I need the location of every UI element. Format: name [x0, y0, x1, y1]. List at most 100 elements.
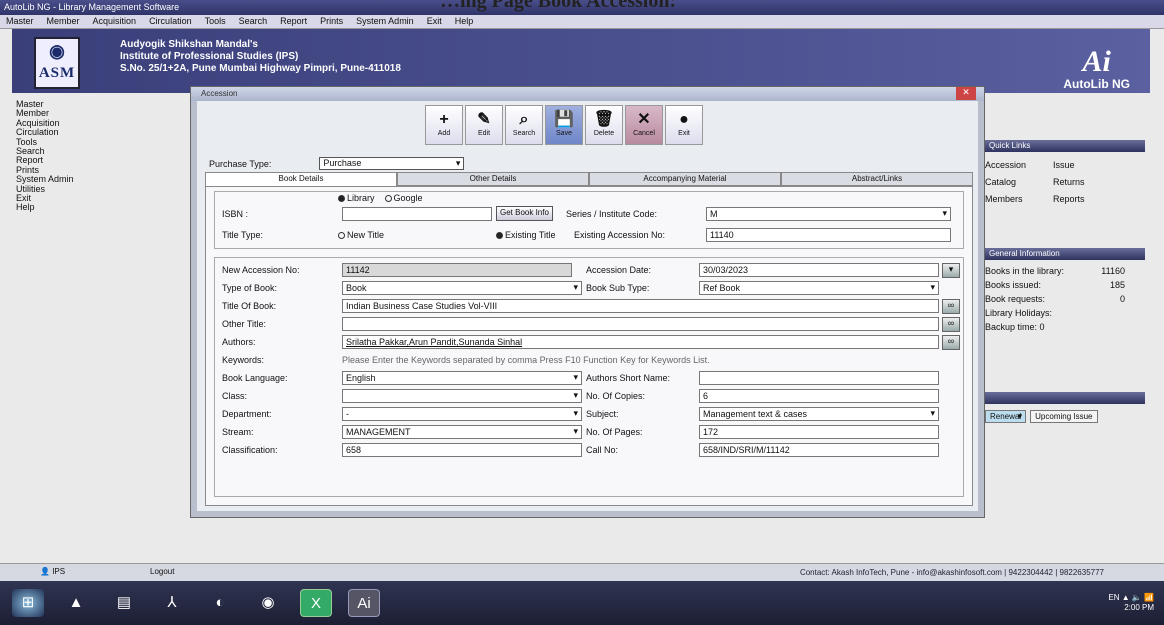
logout-link[interactable]: Logout — [150, 567, 174, 576]
browser-icon[interactable]: ◐ — [204, 589, 236, 617]
link-returns[interactable]: Returns — [1053, 177, 1123, 187]
menu-prints[interactable]: Prints — [320, 16, 343, 27]
binoculars-icon[interactable]: ∞ — [942, 317, 960, 332]
menu-master[interactable]: Master — [6, 16, 34, 27]
call-no-field[interactable]: 658/IND/SRI/M/11142 — [699, 443, 939, 457]
radio-library[interactable]: Library — [338, 193, 375, 203]
right-info-panel: Quick Links Accession Issue Catalog Retu… — [985, 140, 1145, 423]
title-field[interactable]: Indian Business Case Studies Vol-VIII — [342, 299, 939, 313]
info-row: Backup time: 0 — [985, 322, 1045, 332]
binoculars-icon[interactable]: ∞ — [942, 335, 960, 350]
exit-button[interactable]: ● Exit — [665, 105, 703, 145]
menu-member[interactable]: Member — [47, 16, 80, 27]
subject-label: Subject: — [586, 409, 619, 419]
link-catalog[interactable]: Catalog — [985, 177, 1045, 187]
link-reports[interactable]: Reports — [1053, 194, 1123, 204]
cancel-icon: ✕ — [637, 111, 651, 128]
radio-google[interactable]: Google — [384, 193, 423, 203]
tab-book-details[interactable]: Book Details — [205, 172, 397, 186]
pdf-icon[interactable]: ⅄ — [156, 589, 188, 617]
search-button[interactable]: ⌕ Search — [505, 105, 543, 145]
isbn-field[interactable] — [342, 207, 492, 221]
quick-links-header: Quick Links — [985, 140, 1145, 152]
copies-field[interactable]: 6 — [699, 389, 939, 403]
chrome-icon[interactable]: ◉ — [252, 589, 284, 617]
taskbar: ⊞ ▲ ▤ ⅄ ◐ ◉ X Ai EN ▲ 🔈 📶 2:00 PM — [0, 581, 1164, 625]
subject-select[interactable]: Management text & cases — [699, 407, 939, 421]
link-members[interactable]: Members — [985, 194, 1045, 204]
autolib-taskbar-icon[interactable]: Ai — [348, 589, 380, 617]
tab-upcoming-issue[interactable]: Upcoming Issue — [1030, 410, 1098, 423]
edit-icon: ✎ — [477, 111, 491, 128]
menu-exit[interactable]: Exit — [427, 16, 442, 27]
menu-help[interactable]: Help — [455, 16, 474, 27]
save-button[interactable]: 💾 Save — [545, 105, 583, 145]
language-label: Book Language: — [222, 373, 288, 383]
link-accession[interactable]: Accession — [985, 160, 1045, 170]
menu-report[interactable]: Report — [280, 16, 307, 27]
menu-acquisition[interactable]: Acquisition — [93, 16, 137, 27]
sidebar-item-help[interactable]: Help — [16, 203, 110, 213]
classification-field[interactable]: 658 — [342, 443, 582, 457]
pages-field[interactable]: 172 — [699, 425, 939, 439]
start-button[interactable]: ⊞ — [12, 589, 44, 617]
keywords-label: Keywords: — [222, 355, 265, 365]
language-select[interactable]: English — [342, 371, 582, 385]
vlc-icon[interactable]: ▲ — [60, 589, 92, 617]
info-row: Books issued: 185 — [985, 280, 1125, 290]
edit-button[interactable]: ✎ Edit — [465, 105, 503, 145]
series-select[interactable]: M — [706, 207, 951, 221]
other-title-field[interactable] — [342, 317, 939, 331]
existing-accession-field[interactable]: 11140 — [706, 228, 951, 242]
excel-icon[interactable]: X — [300, 589, 332, 617]
calendar-icon[interactable]: ▾ — [942, 263, 960, 278]
status-bar: 👤 IPS Logout Contact: Akash InfoTech, Pu… — [0, 563, 1164, 581]
menu-circulation[interactable]: Circulation — [149, 16, 192, 27]
cancel-button[interactable]: ✕ Cancel — [625, 105, 663, 145]
accession-dialog: Accession ✕ + Add ✎ Edit ⌕ Search 💾 Save 🗑 De… — [190, 86, 985, 518]
info-row: Books in the library: 11160 — [985, 266, 1125, 276]
user-label: 👤 IPS — [40, 567, 66, 576]
add-button[interactable]: + Add — [425, 105, 463, 145]
series-label: Series / Institute Code: — [566, 209, 658, 219]
binoculars-icon[interactable]: ∞ — [942, 299, 960, 314]
isbn-source-radios: Library Google — [338, 193, 423, 203]
folder-icon[interactable]: ▤ — [108, 589, 140, 617]
department-select[interactable]: - — [342, 407, 582, 421]
page-heading: …ing Page Book Accession: — [440, 0, 677, 12]
new-accession-field: 11142 — [342, 263, 572, 277]
get-book-info-button[interactable]: Get Book Info — [496, 206, 553, 221]
authors-field[interactable]: Srilatha Pakkar,Arun Pandit,Sunanda Sinh… — [342, 335, 939, 349]
radio-existing-title[interactable]: Existing Title — [496, 230, 556, 240]
contact-info: Contact: Akash InfoTech, Pune - info@aka… — [799, 568, 1104, 577]
system-tray: EN ▲ 🔈 📶 2:00 PM — [1108, 593, 1154, 613]
book-sub-type-select[interactable]: Ref Book — [699, 281, 939, 295]
tab-renewal[interactable]: Renewal — [985, 410, 1027, 423]
delete-icon: 🗑 — [593, 111, 615, 128]
authors-short-label: Authors Short Name: — [586, 373, 671, 383]
autolib-brand: Ai AutoLib NG — [1063, 45, 1130, 92]
class-select[interactable] — [342, 389, 582, 403]
accession-date-field[interactable]: 30/03/2023 — [699, 263, 939, 277]
purchase-type-label: Purchase Type: — [209, 158, 272, 169]
sidebar-nav: Master Member Acquisition Circulation To… — [16, 99, 110, 213]
menu-system-admin[interactable]: System Admin — [356, 16, 414, 27]
purchase-type-select[interactable]: Purchase — [319, 157, 465, 170]
menu-search[interactable]: Search — [239, 16, 268, 27]
tab-accompanying-material[interactable]: Accompanying Material — [589, 172, 781, 186]
link-issue[interactable]: Issue — [1053, 160, 1123, 170]
stream-select[interactable]: MANAGEMENT — [342, 425, 582, 439]
existing-accession-label: Existing Accession No: — [574, 230, 666, 240]
tab-other-details[interactable]: Other Details — [397, 172, 589, 186]
authors-short-field[interactable] — [699, 371, 939, 385]
delete-button[interactable]: 🗑 Delete — [585, 105, 623, 145]
tab-abstract-links[interactable]: Abstract/Links — [781, 172, 973, 186]
title-label: Title Of Book: — [222, 301, 277, 311]
menu-tools[interactable]: Tools — [205, 16, 226, 27]
type-of-book-select[interactable]: Book — [342, 281, 582, 295]
header-banner: ◉ ASM Audyogik Shikshan Mandal's Institut… — [12, 29, 1150, 93]
user-icon: 👤 — [40, 567, 50, 576]
radio-new-title[interactable]: New Title — [338, 230, 384, 240]
close-icon[interactable]: ✕ — [956, 87, 976, 100]
tray-icons: EN ▲ 🔈 📶 — [1108, 593, 1154, 602]
